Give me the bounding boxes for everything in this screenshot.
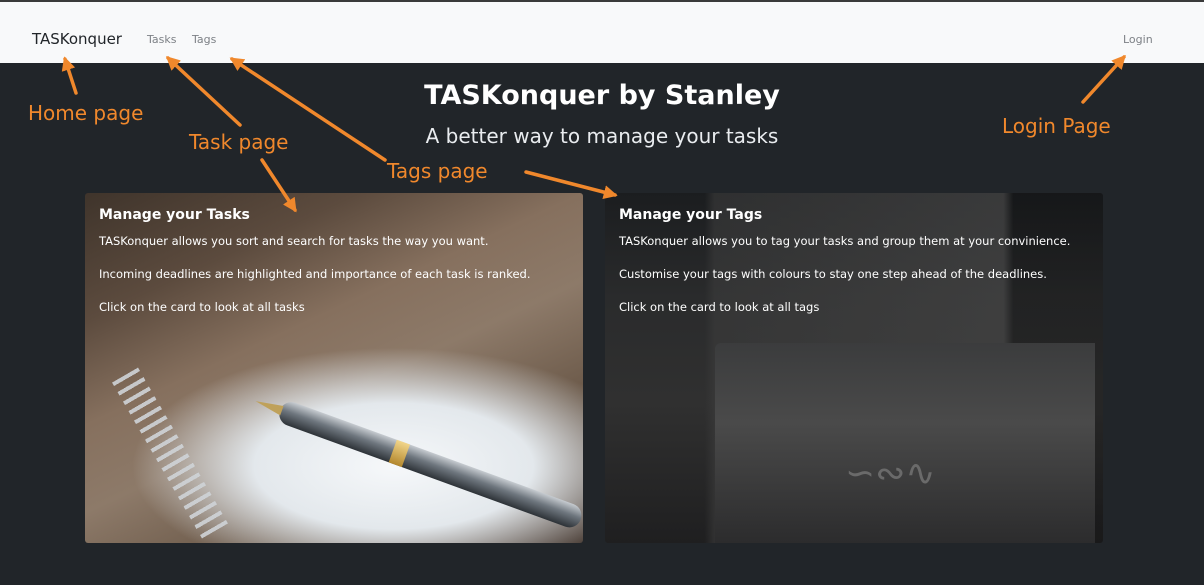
annotation-task-page: Task page (189, 130, 289, 154)
pen-nib-shape (253, 396, 284, 416)
tags-card-text-2: Customise your tags with colours to stay… (619, 267, 1047, 281)
page-title: TASKonquer by Stanley (424, 80, 780, 111)
tasks-card-text-2: Incoming deadlines are highlighted and i… (99, 267, 531, 281)
brand-home-link[interactable]: TASKonquer (32, 30, 122, 48)
tasks-card-body: Manage your Tasks TASKonquer allows you … (99, 207, 569, 331)
annotation-home-page: Home page (28, 101, 144, 125)
nav-link-login[interactable]: Login (1123, 33, 1153, 46)
tasks-card-text-1: TASKonquer allows you sort and search fo… (99, 234, 489, 248)
book-emboss-mark: ∽∾∿ (845, 453, 936, 494)
annotation-tags-page: Tags page (387, 159, 488, 183)
fountain-pen-illustration (253, 396, 583, 531)
tasks-card-text-3: Click on the card to look at all tasks (99, 300, 305, 314)
tasks-card[interactable]: Manage your Tasks TASKonquer allows you … (85, 193, 583, 543)
tags-card-body: Manage your Tags TASKonquer allows you t… (619, 207, 1089, 331)
pen-band-shape (388, 439, 411, 468)
tasks-card-title: Manage your Tasks (99, 207, 250, 223)
navbar: TASKonquer Tasks Tags Login (0, 2, 1204, 63)
leather-book-illustration: ∽∾∿ (715, 343, 1095, 543)
tags-card-title: Manage your Tags (619, 207, 763, 223)
nav-link-tags[interactable]: Tags (192, 33, 216, 46)
tags-card-text-1: TASKonquer allows you to tag your tasks … (619, 234, 1071, 248)
notebook-spiral-illustration (112, 367, 228, 539)
annotation-login-page: Login Page (1002, 114, 1111, 138)
tags-card-text-3: Click on the card to look at all tags (619, 300, 820, 314)
tags-card[interactable]: ∽∾∿ Manage your Tags TASKonquer allows y… (605, 193, 1103, 543)
nav-link-tasks[interactable]: Tasks (147, 33, 176, 46)
arrow-tags-card (524, 170, 618, 199)
